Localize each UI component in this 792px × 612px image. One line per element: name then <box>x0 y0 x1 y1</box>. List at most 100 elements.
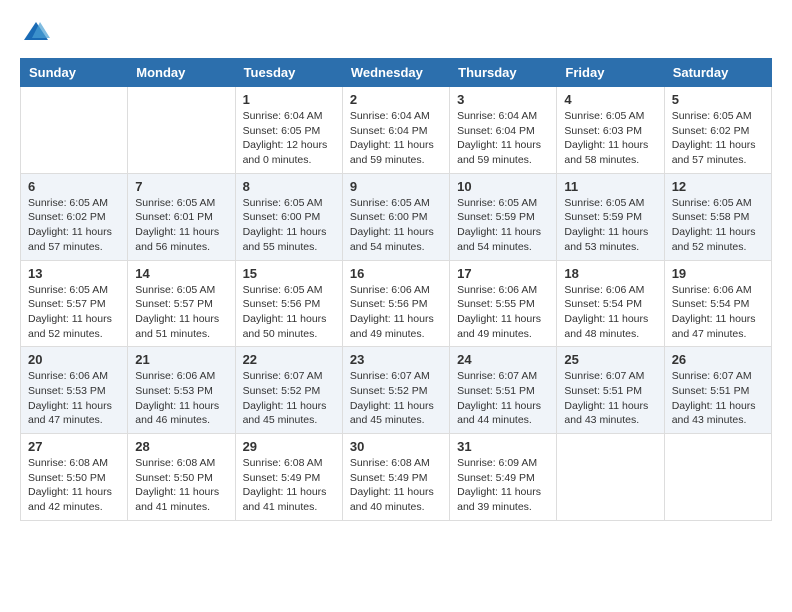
day-info: Sunrise: 6:05 AM Sunset: 6:03 PM Dayligh… <box>564 109 656 168</box>
day-number: 16 <box>350 266 442 281</box>
calendar-cell: 27 Sunrise: 6:08 AM Sunset: 5:50 PM Dayli… <box>21 434 128 521</box>
day-info: Sunrise: 6:07 AM Sunset: 5:51 PM Dayligh… <box>672 369 764 428</box>
day-info: Sunrise: 6:08 AM Sunset: 5:50 PM Dayligh… <box>28 456 120 515</box>
day-info: Sunrise: 6:05 AM Sunset: 6:01 PM Dayligh… <box>135 196 227 255</box>
day-number: 12 <box>672 179 764 194</box>
day-info: Sunrise: 6:05 AM Sunset: 5:59 PM Dayligh… <box>457 196 549 255</box>
calendar-cell: 8 Sunrise: 6:05 AM Sunset: 6:00 PM Daylig… <box>235 173 342 260</box>
day-info: Sunrise: 6:04 AM Sunset: 6:04 PM Dayligh… <box>457 109 549 168</box>
calendar-cell: 20 Sunrise: 6:06 AM Sunset: 5:53 PM Dayli… <box>21 347 128 434</box>
day-info: Sunrise: 6:08 AM Sunset: 5:49 PM Dayligh… <box>350 456 442 515</box>
day-info: Sunrise: 6:05 AM Sunset: 5:59 PM Dayligh… <box>564 196 656 255</box>
day-number: 4 <box>564 92 656 107</box>
page-header <box>20 20 772 42</box>
calendar-cell: 23Sunrise: 6:07 AM Sunset: 5:52 PM Dayli… <box>342 347 449 434</box>
day-info: Sunrise: 6:08 AM Sunset: 5:50 PM Dayligh… <box>135 456 227 515</box>
calendar-cell: 10 Sunrise: 6:05 AM Sunset: 5:59 PM Dayli… <box>450 173 557 260</box>
day-number: 14 <box>135 266 227 281</box>
calendar-cell: 2 Sunrise: 6:04 AM Sunset: 6:04 PM Daylig… <box>342 87 449 174</box>
day-info: Sunrise: 6:06 AM Sunset: 5:54 PM Dayligh… <box>564 283 656 342</box>
calendar-cell: 21Sunrise: 6:06 AM Sunset: 5:53 PM Dayli… <box>128 347 235 434</box>
day-info: Sunrise: 6:06 AM Sunset: 5:56 PM Dayligh… <box>350 283 442 342</box>
day-number: 10 <box>457 179 549 194</box>
logo <box>20 20 50 42</box>
calendar-cell: 30Sunrise: 6:08 AM Sunset: 5:49 PM Dayli… <box>342 434 449 521</box>
day-info: Sunrise: 6:06 AM Sunset: 5:53 PM Dayligh… <box>135 369 227 428</box>
calendar-cell: 11 Sunrise: 6:05 AM Sunset: 5:59 PM Dayli… <box>557 173 664 260</box>
calendar-cell: 4 Sunrise: 6:05 AM Sunset: 6:03 PM Daylig… <box>557 87 664 174</box>
weekday-header: Saturday <box>664 59 771 87</box>
day-info: Sunrise: 6:07 AM Sunset: 5:52 PM Dayligh… <box>350 369 442 428</box>
calendar-cell: 1 Sunrise: 6:04 AM Sunset: 6:05 PM Daylig… <box>235 87 342 174</box>
calendar-cell <box>664 434 771 521</box>
day-number: 27 <box>28 439 120 454</box>
day-number: 15 <box>243 266 335 281</box>
day-info: Sunrise: 6:07 AM Sunset: 5:52 PM Dayligh… <box>243 369 335 428</box>
calendar-cell: 7Sunrise: 6:05 AM Sunset: 6:01 PM Daylig… <box>128 173 235 260</box>
day-number: 6 <box>28 179 120 194</box>
day-number: 2 <box>350 92 442 107</box>
day-info: Sunrise: 6:04 AM Sunset: 6:05 PM Dayligh… <box>243 109 335 168</box>
calendar-cell: 15 Sunrise: 6:05 AM Sunset: 5:56 PM Dayli… <box>235 260 342 347</box>
day-number: 31 <box>457 439 549 454</box>
calendar-cell: 5Sunrise: 6:05 AM Sunset: 6:02 PM Daylig… <box>664 87 771 174</box>
calendar-cell: 22Sunrise: 6:07 AM Sunset: 5:52 PM Dayli… <box>235 347 342 434</box>
calendar-cell: 19 Sunrise: 6:06 AM Sunset: 5:54 PM Dayli… <box>664 260 771 347</box>
logo-icon <box>22 20 50 42</box>
calendar-cell: 18 Sunrise: 6:06 AM Sunset: 5:54 PM Dayli… <box>557 260 664 347</box>
day-info: Sunrise: 6:04 AM Sunset: 6:04 PM Dayligh… <box>350 109 442 168</box>
day-number: 1 <box>243 92 335 107</box>
day-info: Sunrise: 6:05 AM Sunset: 6:00 PM Dayligh… <box>350 196 442 255</box>
day-info: Sunrise: 6:05 AM Sunset: 5:57 PM Dayligh… <box>135 283 227 342</box>
day-info: Sunrise: 6:05 AM Sunset: 6:02 PM Dayligh… <box>28 196 120 255</box>
day-number: 18 <box>564 266 656 281</box>
day-number: 17 <box>457 266 549 281</box>
calendar-cell: 29Sunrise: 6:08 AM Sunset: 5:49 PM Dayli… <box>235 434 342 521</box>
calendar-cell <box>128 87 235 174</box>
day-info: Sunrise: 6:05 AM Sunset: 5:56 PM Dayligh… <box>243 283 335 342</box>
day-number: 8 <box>243 179 335 194</box>
calendar-cell <box>21 87 128 174</box>
day-number: 29 <box>243 439 335 454</box>
day-number: 28 <box>135 439 227 454</box>
day-number: 11 <box>564 179 656 194</box>
day-number: 24 <box>457 352 549 367</box>
calendar-cell: 17 Sunrise: 6:06 AM Sunset: 5:55 PM Dayli… <box>450 260 557 347</box>
calendar-cell: 6 Sunrise: 6:05 AM Sunset: 6:02 PM Daylig… <box>21 173 128 260</box>
day-info: Sunrise: 6:06 AM Sunset: 5:53 PM Dayligh… <box>28 369 120 428</box>
calendar-week-row: 13Sunrise: 6:05 AM Sunset: 5:57 PM Dayli… <box>21 260 772 347</box>
calendar-cell: 24 Sunrise: 6:07 AM Sunset: 5:51 PM Dayli… <box>450 347 557 434</box>
weekday-header: Friday <box>557 59 664 87</box>
day-number: 25 <box>564 352 656 367</box>
calendar-week-row: 1 Sunrise: 6:04 AM Sunset: 6:05 PM Daylig… <box>21 87 772 174</box>
calendar-cell: 16 Sunrise: 6:06 AM Sunset: 5:56 PM Dayli… <box>342 260 449 347</box>
day-number: 20 <box>28 352 120 367</box>
calendar-cell: 3 Sunrise: 6:04 AM Sunset: 6:04 PM Daylig… <box>450 87 557 174</box>
calendar-cell: 12 Sunrise: 6:05 AM Sunset: 5:58 PM Dayli… <box>664 173 771 260</box>
day-number: 26 <box>672 352 764 367</box>
calendar-cell: 25 Sunrise: 6:07 AM Sunset: 5:51 PM Dayli… <box>557 347 664 434</box>
day-number: 3 <box>457 92 549 107</box>
day-number: 9 <box>350 179 442 194</box>
day-info: Sunrise: 6:06 AM Sunset: 5:54 PM Dayligh… <box>672 283 764 342</box>
calendar-header-row: SundayMondayTuesdayWednesdayThursdayFrid… <box>21 59 772 87</box>
weekday-header: Monday <box>128 59 235 87</box>
day-info: Sunrise: 6:05 AM Sunset: 6:00 PM Dayligh… <box>243 196 335 255</box>
calendar-cell: 31 Sunrise: 6:09 AM Sunset: 5:49 PM Dayli… <box>450 434 557 521</box>
calendar-cell: 26 Sunrise: 6:07 AM Sunset: 5:51 PM Dayli… <box>664 347 771 434</box>
day-number: 5 <box>672 92 764 107</box>
day-info: Sunrise: 6:05 AM Sunset: 5:58 PM Dayligh… <box>672 196 764 255</box>
day-info: Sunrise: 6:06 AM Sunset: 5:55 PM Dayligh… <box>457 283 549 342</box>
day-info: Sunrise: 6:07 AM Sunset: 5:51 PM Dayligh… <box>457 369 549 428</box>
day-info: Sunrise: 6:09 AM Sunset: 5:49 PM Dayligh… <box>457 456 549 515</box>
day-info: Sunrise: 6:05 AM Sunset: 5:57 PM Dayligh… <box>28 283 120 342</box>
calendar-week-row: 27 Sunrise: 6:08 AM Sunset: 5:50 PM Dayli… <box>21 434 772 521</box>
day-number: 19 <box>672 266 764 281</box>
calendar-week-row: 6 Sunrise: 6:05 AM Sunset: 6:02 PM Daylig… <box>21 173 772 260</box>
calendar-table: SundayMondayTuesdayWednesdayThursdayFrid… <box>20 58 772 521</box>
day-info: Sunrise: 6:07 AM Sunset: 5:51 PM Dayligh… <box>564 369 656 428</box>
calendar-cell: 28 Sunrise: 6:08 AM Sunset: 5:50 PM Dayli… <box>128 434 235 521</box>
calendar-cell: 13Sunrise: 6:05 AM Sunset: 5:57 PM Dayli… <box>21 260 128 347</box>
calendar-cell: 9 Sunrise: 6:05 AM Sunset: 6:00 PM Daylig… <box>342 173 449 260</box>
weekday-header: Wednesday <box>342 59 449 87</box>
